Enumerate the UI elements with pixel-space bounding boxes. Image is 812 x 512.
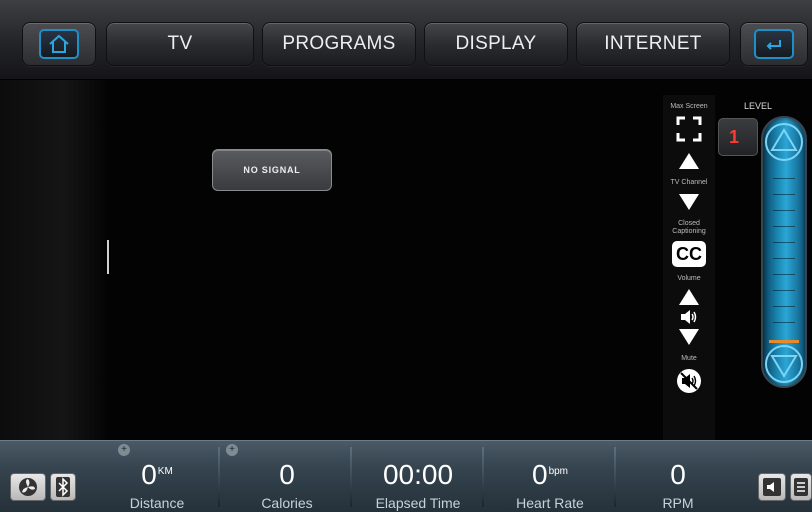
volume-label: Volume: [677, 275, 701, 282]
channel-up-button[interactable]: [676, 150, 702, 172]
stat-calories-value: 0: [279, 459, 295, 490]
audio-button[interactable]: [758, 473, 786, 501]
volume-up-button[interactable]: [676, 287, 702, 307]
triangle-down-icon: [679, 329, 699, 345]
stat-elapsed-time-label: Elapsed Time: [375, 495, 461, 511]
stat-heart-rate: 0bpm Heart Rate: [490, 441, 610, 512]
tv-channel-label: TV Channel: [670, 179, 708, 186]
level-tick: [773, 242, 795, 243]
stat-distance-label: Distance: [129, 495, 185, 511]
back-arrow-icon: [766, 40, 781, 50]
level-tick: [773, 210, 795, 211]
no-signal-badge: NO SIGNAL: [212, 149, 332, 191]
menu-button[interactable]: [790, 473, 812, 501]
speaker-icon: [763, 478, 781, 496]
stat-heart-rate-label: Heart Rate: [516, 495, 584, 511]
stat-rpm-label: RPM: [662, 495, 694, 511]
tab-tv-label: TV: [167, 33, 193, 54]
stat-distance: 0KM Distance: [110, 441, 204, 512]
level-value: 1: [718, 118, 758, 156]
speaker-icon: [681, 310, 697, 324]
stat-rpm: 0 RPM: [624, 441, 732, 512]
stat-distance-unit: KM: [157, 465, 173, 477]
cc-icon: CC: [672, 241, 706, 267]
fan-button[interactable]: [10, 473, 46, 501]
fan-icon: [19, 478, 37, 496]
level-tick: [773, 290, 795, 291]
level-slider[interactable]: [761, 116, 807, 388]
level-tick: [773, 226, 795, 227]
mute-icon: [677, 369, 701, 393]
calories-add-icon[interactable]: +: [226, 444, 238, 456]
grid-icon: [794, 478, 808, 496]
stat-divider: [218, 447, 220, 507]
tab-display-label: DISPLAY: [455, 33, 537, 54]
fullscreen-icon: [676, 116, 702, 142]
home-icon: [49, 34, 69, 53]
triangle-up-icon: [679, 153, 699, 169]
speaker-icon-holder: [679, 308, 699, 326]
back-button[interactable]: [740, 22, 808, 66]
bluetooth-button[interactable]: [50, 473, 76, 501]
level-tick: [773, 322, 795, 323]
volume-down-button[interactable]: [676, 327, 702, 347]
tab-programs[interactable]: PROGRAMS: [262, 22, 416, 66]
max-screen-button[interactable]: [673, 113, 705, 145]
tab-tv[interactable]: TV: [106, 22, 254, 66]
tab-display[interactable]: DISPLAY: [424, 22, 568, 66]
tab-programs-label: PROGRAMS: [282, 33, 396, 54]
video-artifact-line: [107, 240, 109, 274]
stat-elapsed-time: 00:00 Elapsed Time: [356, 441, 480, 512]
closed-captioning-label: Closed Captioning: [672, 220, 706, 235]
level-tick: [773, 194, 795, 195]
closed-captioning-button[interactable]: CC: [671, 241, 707, 267]
level-tick: [773, 306, 795, 307]
stat-distance-value-wrap: 0KM: [110, 459, 204, 491]
stat-rpm-value: 0: [670, 459, 686, 490]
level-tick: [773, 258, 795, 259]
cc-text: CC: [676, 243, 702, 264]
stat-calories-label: Calories: [261, 495, 313, 511]
stat-heart-rate-value-wrap: 0bpm: [490, 459, 610, 491]
stat-elapsed-time-value-wrap: 00:00: [356, 459, 480, 491]
level-tick: [773, 274, 795, 275]
triangle-down-icon: [679, 194, 699, 210]
tab-internet[interactable]: INTERNET: [576, 22, 730, 66]
stat-divider: [614, 447, 616, 507]
triangle-up-icon: [679, 289, 699, 305]
video-edge-band: [0, 80, 105, 440]
stat-elapsed-time-value: 00:00: [382, 459, 454, 490]
level-up-icon: [765, 123, 803, 161]
level-number: 1: [728, 126, 739, 147]
home-button[interactable]: [22, 22, 96, 66]
channel-down-button[interactable]: [676, 191, 702, 213]
stat-heart-rate-value: 0: [531, 459, 548, 490]
level-tick: [773, 178, 795, 179]
stat-divider: [482, 447, 484, 507]
stat-rpm-value-wrap: 0: [624, 459, 732, 491]
level-down-icon: [765, 345, 803, 383]
max-screen-label: Max Screen: [670, 103, 708, 110]
level-label: LEVEL: [744, 101, 773, 111]
top-nav-bar: TV PROGRAMS DISPLAY INTERNET: [0, 0, 812, 80]
workout-stats-bar: + 0KM Distance + 0 Calories 00:00 Elapse…: [0, 440, 812, 512]
bluetooth-icon: [56, 477, 70, 497]
tab-internet-label: INTERNET: [604, 33, 702, 54]
stat-distance-value: 0: [141, 459, 157, 490]
mute-button[interactable]: [674, 366, 704, 396]
stat-divider: [350, 447, 352, 507]
mute-label: Mute: [681, 355, 697, 362]
no-signal-text: NO SIGNAL: [243, 165, 301, 175]
stat-calories-value-wrap: 0: [238, 459, 336, 491]
stat-calories: 0 Calories: [238, 441, 336, 512]
stat-heart-rate-unit: bpm: [548, 465, 569, 477]
